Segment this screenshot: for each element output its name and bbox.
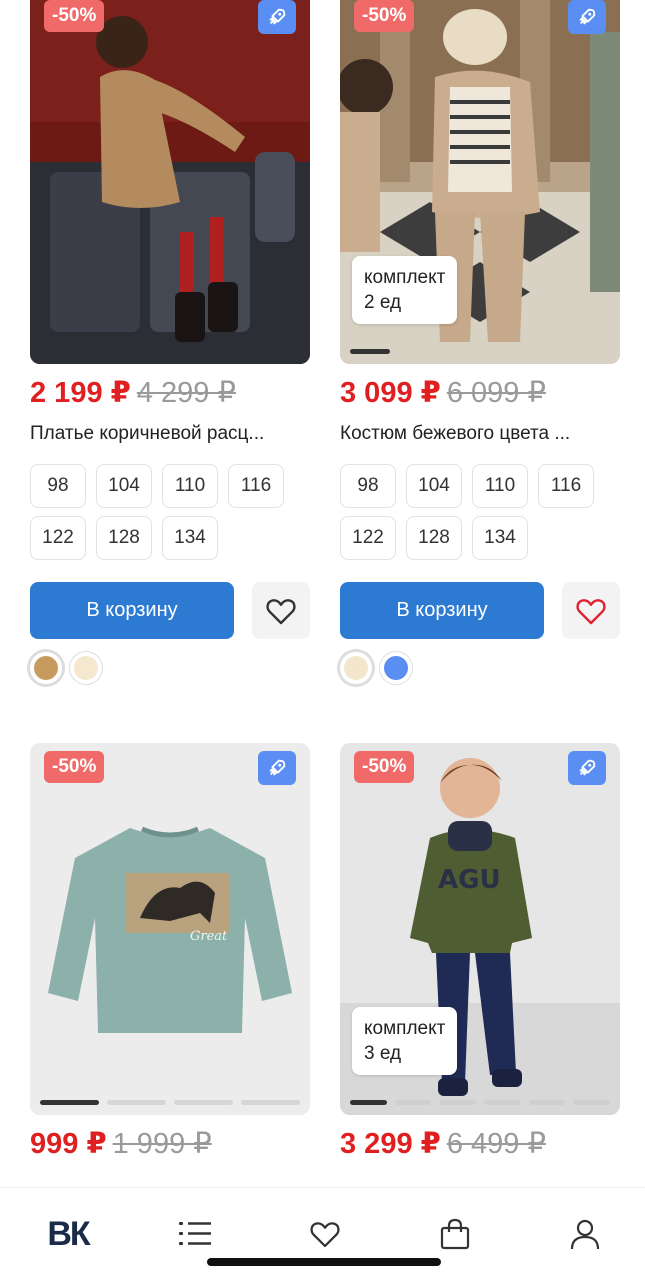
tab-home[interactable]: ВК xyxy=(38,1212,98,1256)
pager-dot-active xyxy=(40,1100,99,1105)
size-option[interactable]: 134 xyxy=(472,516,528,560)
pager-dot-active xyxy=(350,349,390,354)
size-option[interactable]: 128 xyxy=(96,516,152,560)
tab-cart[interactable] xyxy=(425,1212,485,1256)
size-option[interactable]: 128 xyxy=(406,516,462,560)
express-rocket-icon xyxy=(568,751,606,785)
price-old: 1 999 ₽ xyxy=(112,1128,212,1160)
product-photo xyxy=(30,0,310,364)
pager-dot-active xyxy=(350,1100,387,1105)
color-swatch-selected[interactable] xyxy=(30,652,62,684)
product-image[interactable]: -50% комплект 2 ед xyxy=(340,0,620,364)
kit-count: 2 ед xyxy=(364,292,402,313)
svg-text:Great: Great xyxy=(190,929,228,944)
size-option[interactable]: 122 xyxy=(30,516,86,560)
favorites-heart-icon xyxy=(310,1222,340,1248)
favorite-button[interactable] xyxy=(252,582,310,639)
kit-label: комплект xyxy=(364,267,446,288)
price-row: 2 199 ₽4 299 ₽ xyxy=(30,376,236,410)
price-old: 6 099 ₽ xyxy=(446,377,546,409)
image-pager xyxy=(40,1100,300,1105)
size-option[interactable]: 98 xyxy=(340,464,396,508)
kit-badge: комплект 2 ед xyxy=(352,256,458,324)
tab-favorites[interactable] xyxy=(295,1212,355,1256)
size-option[interactable]: 116 xyxy=(538,464,594,508)
product-name[interactable]: Костюм бежевого цвета ... xyxy=(340,422,570,446)
profile-icon xyxy=(570,1219,600,1250)
image-pager xyxy=(350,349,390,354)
kit-count: 3 ед xyxy=(364,1043,402,1064)
discount-badge: -50% xyxy=(44,0,105,32)
pager-dot xyxy=(394,1100,432,1105)
tab-profile[interactable] xyxy=(555,1212,615,1256)
product-image[interactable]: Great -50% xyxy=(30,743,310,1115)
price-current: 999 ₽ xyxy=(30,1128,107,1160)
color-swatch[interactable] xyxy=(380,652,412,684)
color-swatch[interactable] xyxy=(70,652,102,684)
pager-dot xyxy=(528,1100,566,1105)
size-option[interactable]: 110 xyxy=(162,464,218,508)
express-rocket-icon xyxy=(258,0,296,34)
pager-dot xyxy=(174,1100,233,1105)
pager-dot xyxy=(107,1100,166,1105)
price-row: 3 099 ₽6 099 ₽ xyxy=(340,376,546,410)
express-rocket-icon xyxy=(568,0,606,34)
add-to-cart-button[interactable]: В корзину xyxy=(340,582,544,639)
size-option[interactable]: 116 xyxy=(228,464,284,508)
size-option[interactable]: 110 xyxy=(472,464,528,508)
color-swatch-selected[interactable] xyxy=(340,652,372,684)
heart-icon xyxy=(266,598,296,624)
color-swatches xyxy=(340,652,412,684)
image-pager xyxy=(350,1100,611,1105)
size-option[interactable]: 134 xyxy=(162,516,218,560)
express-rocket-icon xyxy=(258,751,296,785)
price-current: 3 099 ₽ xyxy=(340,377,441,409)
pager-dot xyxy=(573,1100,611,1105)
catalog-list-icon xyxy=(179,1222,211,1245)
size-option[interactable]: 98 xyxy=(30,464,86,508)
product-name[interactable]: Платье коричневой расц... xyxy=(30,422,264,446)
price-row: 999 ₽1 999 ₽ xyxy=(30,1127,212,1161)
favorite-button[interactable] xyxy=(562,582,620,639)
cart-bag-icon xyxy=(440,1218,470,1250)
product-image[interactable]: AGU -50% комплект 3 ед xyxy=(340,743,620,1115)
home-indicator xyxy=(207,1258,441,1266)
discount-badge: -50% xyxy=(354,0,415,32)
price-row: 3 299 ₽6 499 ₽ xyxy=(340,1127,546,1161)
svg-text:AGU: AGU xyxy=(438,865,501,895)
discount-badge: -50% xyxy=(44,751,105,783)
pager-dot xyxy=(241,1100,300,1105)
price-current: 2 199 ₽ xyxy=(30,377,131,409)
pager-dot xyxy=(484,1100,521,1105)
heart-icon xyxy=(576,598,606,624)
size-option[interactable]: 104 xyxy=(406,464,462,508)
add-to-cart-button[interactable]: В корзину xyxy=(30,582,234,639)
color-swatches xyxy=(30,652,102,684)
product-photo: Great xyxy=(30,743,310,1115)
size-list: 98 104 110 116 122 128 134 xyxy=(30,464,320,560)
kit-badge: комплект 3 ед xyxy=(352,1007,458,1075)
price-old: 4 299 ₽ xyxy=(136,377,236,409)
logo-icon: ВК xyxy=(47,1214,90,1253)
size-option[interactable]: 122 xyxy=(340,516,396,560)
discount-badge: -50% xyxy=(354,751,415,783)
price-current: 3 299 ₽ xyxy=(340,1128,441,1160)
kit-label: комплект xyxy=(364,1018,446,1039)
product-image[interactable]: -50% xyxy=(30,0,310,364)
pager-dot xyxy=(439,1100,477,1105)
tab-catalog[interactable] xyxy=(165,1212,225,1256)
size-list: 98 104 110 116 122 128 134 xyxy=(340,464,630,560)
price-old: 6 499 ₽ xyxy=(446,1128,546,1160)
size-option[interactable]: 104 xyxy=(96,464,152,508)
